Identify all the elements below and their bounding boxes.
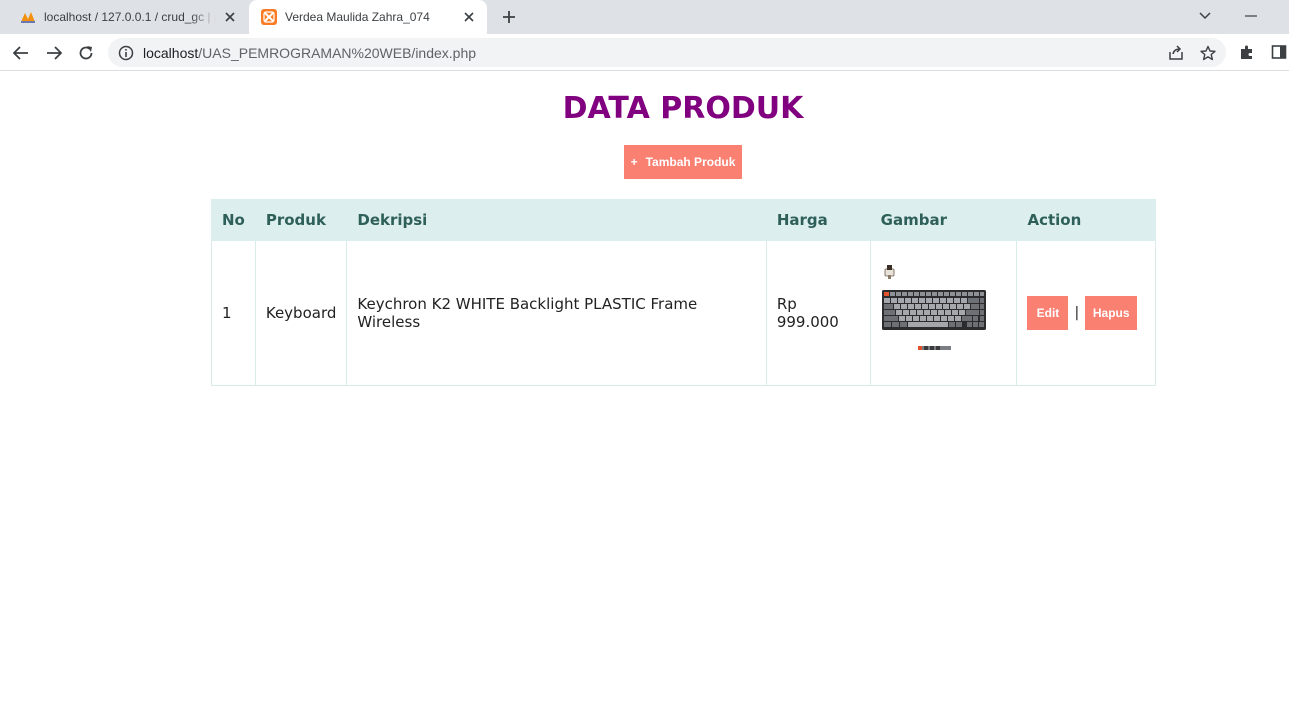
table-row: 1 Keyboard Keychron K2 WHITE Backlight P… xyxy=(211,240,1156,386)
bookmark-star-icon[interactable] xyxy=(1199,44,1217,62)
tab-title: localhost / 127.0.0.1 / crud_gc | p xyxy=(44,10,216,24)
action-separator: | xyxy=(1074,305,1080,321)
close-tab-icon[interactable] xyxy=(461,9,477,25)
header-action: Action xyxy=(1016,199,1156,241)
cell-deskripsi: Keychron K2 WHITE Backlight PLASTIC Fram… xyxy=(346,240,767,386)
cell-no: 1 xyxy=(211,240,256,386)
phpmyadmin-icon xyxy=(21,12,35,23)
url-path: /UAS_PEMROGRAMAN%20WEB/index.php xyxy=(198,45,477,61)
product-table: No Produk Dekripsi Harga Gambar Action 1… xyxy=(211,199,1156,386)
share-icon[interactable] xyxy=(1167,44,1185,62)
page-content: DATA PRODUK + Tambah Produk No Produk De… xyxy=(0,71,1289,713)
side-panel-icon[interactable] xyxy=(1270,43,1288,61)
cell-gambar xyxy=(869,240,1018,386)
forward-arrow-icon[interactable] xyxy=(42,41,66,65)
edit-button[interactable]: Edit xyxy=(1027,296,1069,330)
product-table-container: No Produk Dekripsi Harga Gambar Action 1… xyxy=(211,199,1156,386)
url-text: localhost/UAS_PEMROGRAMAN%20WEB/index.ph… xyxy=(143,45,476,61)
info-icon[interactable] xyxy=(118,45,134,61)
address-bar[interactable]: localhost/UAS_PEMROGRAMAN%20WEB/index.ph… xyxy=(108,38,1226,67)
header-produk: Produk xyxy=(254,199,348,241)
extensions-puzzle-icon[interactable] xyxy=(1238,43,1256,61)
header-gambar: Gambar xyxy=(869,199,1018,241)
header-no: No xyxy=(211,199,256,241)
cell-produk: Keyboard xyxy=(254,240,348,386)
delete-button[interactable]: Hapus xyxy=(1085,296,1138,330)
reload-icon[interactable] xyxy=(74,41,98,65)
new-tab-plus-icon[interactable] xyxy=(499,7,519,27)
tab-active-verdea[interactable]: Verdea Maulida Zahra_074 xyxy=(249,0,487,34)
tab-title: Verdea Maulida Zahra_074 xyxy=(285,10,430,24)
tab-search-chevron-icon[interactable] xyxy=(1193,5,1217,27)
browser-toolbar: localhost/UAS_PEMROGRAMAN%20WEB/index.ph… xyxy=(0,34,1289,71)
xampp-icon xyxy=(261,9,277,25)
back-arrow-icon[interactable] xyxy=(9,41,33,65)
header-deskripsi: Dekripsi xyxy=(346,199,767,241)
add-product-label: Tambah Produk xyxy=(645,155,736,169)
browser-tab-bar: localhost / 127.0.0.1 / crud_gc | p Verd… xyxy=(0,0,1289,34)
page-title: DATA PRODUK xyxy=(0,91,1289,126)
url-host: localhost xyxy=(143,45,199,61)
keyboard-product-image xyxy=(881,265,986,350)
table-header-row: No Produk Dekripsi Harga Gambar Action xyxy=(211,199,1156,241)
cell-harga: Rp 999.000 xyxy=(765,240,871,386)
header-harga: Harga xyxy=(765,199,871,241)
close-tab-icon[interactable] xyxy=(222,9,238,25)
tab-phpmyadmin[interactable]: localhost / 127.0.0.1 / crud_gc | p xyxy=(8,0,248,34)
plus-icon: + xyxy=(630,155,638,169)
page-title-text: DATA PRODUK xyxy=(562,91,804,126)
minimize-icon[interactable] xyxy=(1239,5,1263,27)
cell-action: Edit | Hapus xyxy=(1016,240,1156,386)
add-product-button[interactable]: + Tambah Produk xyxy=(624,145,742,179)
